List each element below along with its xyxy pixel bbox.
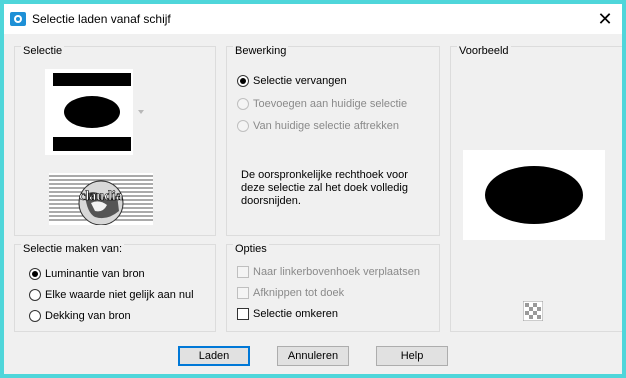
app-icon	[10, 12, 26, 26]
radio-selectie-vervangen[interactable]: Selectie vervangen	[237, 75, 347, 87]
claudia-logo: claudia	[49, 173, 153, 225]
opties-group-title: Opties	[233, 243, 269, 255]
dialog-body: Selectie claudia Bewerking Selectie verv…	[4, 34, 622, 374]
radio-dekking[interactable]: Dekking van bron	[29, 310, 131, 322]
annuleren-button[interactable]: Annuleren	[277, 346, 349, 366]
selection-thumbnail[interactable]	[45, 69, 145, 155]
checkbox-indicator[interactable]	[237, 308, 249, 320]
checkbox-label: Naar linkerbovenhoek verplaatsen	[253, 266, 420, 278]
radio-indicator[interactable]	[237, 75, 249, 87]
voorbeeld-group-title: Voorbeeld	[457, 45, 511, 57]
window-title: Selectie laden vanaf schijf	[32, 12, 171, 26]
help-button[interactable]: Help	[376, 346, 448, 366]
checkbox-afknippen[interactable]: Afknippen tot doek	[237, 287, 344, 299]
radio-toevoegen[interactable]: Toevoegen aan huidige selectie	[237, 98, 407, 110]
selectie-group-title: Selectie	[21, 45, 65, 57]
title-bar[interactable]: Selectie laden vanaf schijf ✕	[4, 4, 622, 34]
selectie-maken-van-group: Selectie maken van: Luminantie van bron …	[14, 243, 216, 332]
checkbox-indicator[interactable]	[237, 287, 249, 299]
radio-label: Selectie vervangen	[253, 75, 347, 87]
checkbox-linkerbovenhoek[interactable]: Naar linkerbovenhoek verplaatsen	[237, 266, 420, 278]
radio-elke-waarde[interactable]: Elke waarde niet gelijk aan nul	[29, 289, 194, 301]
close-icon: ✕	[597, 8, 613, 29]
checkbox-selectie-omkeren[interactable]: Selectie omkeren	[237, 308, 338, 320]
dialog-window: Selectie laden vanaf schijf ✕ Selectie c…	[4, 4, 622, 374]
checkbox-indicator[interactable]	[237, 266, 249, 278]
laden-button[interactable]: Laden	[178, 346, 250, 366]
radio-indicator[interactable]	[29, 268, 41, 280]
voorbeeld-group: Voorbeeld	[450, 45, 622, 332]
radio-label: Van huidige selectie aftrekken	[253, 120, 399, 132]
opties-group: Opties Naar linkerbovenhoek verplaatsen …	[226, 243, 440, 332]
preview-image	[463, 150, 605, 240]
bewerking-group-title: Bewerking	[233, 45, 289, 57]
radio-indicator[interactable]	[237, 120, 249, 132]
radio-label: Toevoegen aan huidige selectie	[253, 98, 408, 110]
close-button[interactable]: ✕	[590, 6, 620, 32]
radio-label: Elke waarde niet gelijk aan nul	[45, 289, 194, 301]
radio-label: Dekking van bron	[45, 310, 131, 322]
radio-label: Luminantie van bron	[45, 268, 145, 280]
checkerboard-icon[interactable]	[523, 301, 543, 321]
radio-aftrekken[interactable]: Van huidige selectie aftrekken	[237, 120, 399, 132]
selectie-maken-van-title: Selectie maken van:	[21, 243, 125, 255]
svg-text:claudia: claudia	[79, 189, 123, 204]
radio-indicator[interactable]	[237, 98, 249, 110]
bewerking-group: Bewerking Selectie vervangen Toevoegen a…	[226, 45, 440, 236]
radio-luminantie[interactable]: Luminantie van bron	[29, 268, 145, 280]
selectie-group: Selectie claudia	[14, 45, 216, 236]
radio-indicator[interactable]	[29, 310, 41, 322]
bewerking-description: De oorspronkelijke rechthoek voor deze s…	[241, 169, 408, 207]
checkbox-label: Selectie omkeren	[253, 308, 338, 320]
radio-indicator[interactable]	[29, 289, 41, 301]
checkbox-label: Afknippen tot doek	[253, 287, 345, 299]
